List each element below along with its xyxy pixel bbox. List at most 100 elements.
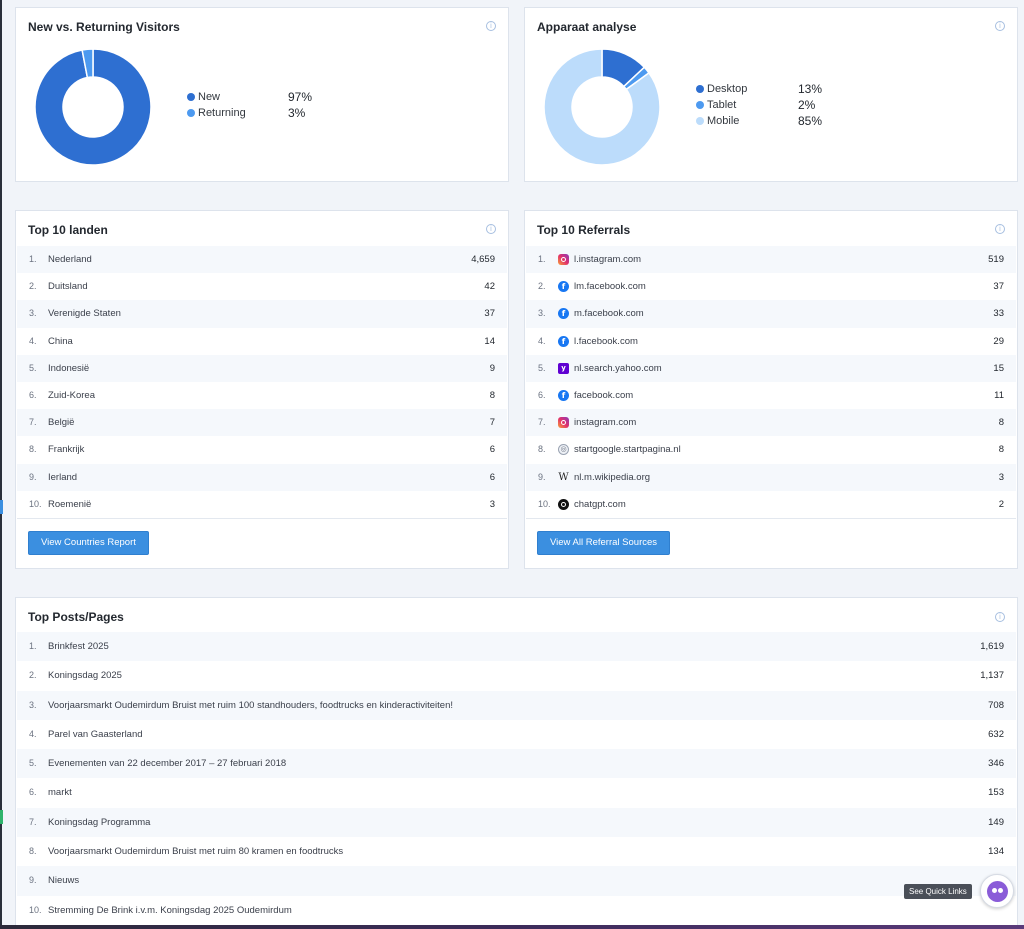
row-value: 8: [489, 389, 495, 401]
row-label[interactable]: Brinkfest 2025: [48, 632, 109, 661]
row-rank: 10.: [29, 498, 42, 509]
row-rank: 1.: [29, 641, 37, 651]
mascot-eye: [998, 888, 1003, 893]
top-countries-card: Top 10 landen i 1. Nederland 4,659 2. Duitsl…: [15, 210, 509, 569]
legend-dot: [696, 117, 704, 125]
table-row: 3. Voorjaarsmarkt Oudemirdum Bruist met r…: [17, 690, 1016, 720]
info-icon[interactable]: i: [995, 612, 1005, 622]
legend-item-desktop: Desktop 13%: [696, 81, 856, 97]
row-label[interactable]: Nieuws: [48, 866, 79, 895]
legend-label: Desktop: [707, 83, 748, 95]
row-label[interactable]: instagram.com: [574, 409, 636, 436]
row-label: China: [48, 335, 73, 347]
row-value: 37: [484, 308, 495, 320]
table-row: 6. f facebook.com 11: [526, 382, 1016, 409]
row-rank: 2.: [29, 670, 37, 681]
row-rank: 10.: [29, 904, 42, 915]
quick-links-button[interactable]: [980, 874, 1014, 908]
row-rank: 9.: [29, 471, 37, 482]
card-title: New vs. Returning Visitors: [28, 20, 180, 34]
legend-label: New: [198, 91, 221, 103]
row-value: 9: [489, 362, 495, 374]
row-label[interactable]: Parel van Gaasterland: [48, 720, 143, 749]
row-label[interactable]: l.instagram.com: [574, 246, 641, 273]
table-row: 10. Stremming De Brink i.v.m. Koningsdag …: [17, 896, 1016, 925]
row-value: 153: [988, 787, 1004, 799]
row-label[interactable]: chatgpt.com: [574, 491, 626, 518]
row-rank: 8.: [29, 444, 37, 455]
row-label[interactable]: facebook.com: [574, 382, 633, 409]
row-label: Frankrijk: [48, 444, 85, 456]
row-label[interactable]: Koningsdag 2025: [48, 661, 122, 690]
instagram-icon: [558, 417, 569, 429]
table-row: 2. f lm.facebook.com 37: [526, 273, 1016, 300]
row-label[interactable]: Voorjaarsmarkt Oudemirdum Bruist met rui…: [48, 691, 453, 720]
info-icon[interactable]: i: [486, 21, 496, 31]
info-icon[interactable]: i: [486, 224, 496, 234]
row-value: 149: [988, 816, 1004, 828]
info-icon[interactable]: i: [995, 224, 1005, 234]
row-label[interactable]: m.facebook.com: [574, 300, 644, 327]
devices-legend: Desktop 13% Tablet 2% Mobile 85%: [696, 81, 856, 129]
row-rank: 2.: [538, 281, 546, 292]
row-value: 6: [489, 444, 495, 456]
new-vs-returning-card: New vs. Returning Visitors i New 97% Ret…: [15, 7, 509, 182]
table-row: 10. chatgpt.com 2: [526, 491, 1016, 518]
table-row: 5. Indonesië 9: [17, 354, 507, 382]
device-analysis-card: Apparaat analyse i Desktop 13% Tablet 2%…: [524, 7, 1018, 182]
row-label[interactable]: Stremming De Brink i.v.m. Koningsdag 202…: [48, 896, 292, 925]
card-title: Top 10 Referrals: [537, 223, 631, 237]
table-row: 9. Wnl.m.wikipedia.org 3: [526, 463, 1016, 491]
row-label: Nederland: [48, 254, 92, 265]
row-value: 1,137: [980, 670, 1004, 682]
table-row: 8. Voorjaarsmarkt Oudemirdum Bruist met r…: [17, 837, 1016, 866]
row-label[interactable]: Koningsdag Programma: [48, 808, 150, 837]
row-value: 346: [988, 758, 1004, 770]
row-label[interactable]: markt: [48, 778, 72, 807]
row-value: 33: [993, 308, 1004, 320]
legend-dot: [187, 93, 195, 101]
row-label[interactable]: Evenementen van 22 december 2017 – 27 fe…: [48, 749, 286, 778]
table-row: 7. Koningsdag Programma 149: [17, 807, 1016, 838]
row-label[interactable]: Voorjaarsmarkt Oudemirdum Bruist met rui…: [48, 837, 343, 866]
view-countries-report-button[interactable]: View Countries Report: [28, 531, 149, 555]
row-label[interactable]: lm.facebook.com: [574, 273, 646, 300]
row-rank: 6.: [538, 389, 546, 400]
left-edge: [0, 0, 2, 929]
table-row: 6. markt 153: [17, 778, 1016, 807]
row-rank: 4.: [538, 335, 546, 346]
row-rank: 3.: [29, 308, 37, 319]
legend-dot: [696, 101, 704, 109]
row-value: 29: [993, 335, 1004, 347]
table-row: 2. Duitsland 42: [17, 273, 507, 300]
row-rank: 8.: [538, 444, 546, 455]
row-label: Ierland: [48, 471, 78, 483]
card-title: Top Posts/Pages: [28, 610, 124, 624]
facebook-icon: f: [558, 281, 569, 293]
table-row: 9. Ierland 6: [17, 463, 507, 491]
row-rank: 2.: [29, 281, 37, 292]
row-value: 42: [484, 281, 495, 293]
card-title: Top 10 landen: [28, 223, 108, 237]
row-label[interactable]: nl.m.wikipedia.org: [574, 464, 650, 491]
row-rank: 6.: [29, 389, 37, 400]
table-row: 4. Parel van Gaasterland 632: [17, 720, 1016, 749]
row-value: 15: [993, 362, 1004, 374]
row-label[interactable]: nl.search.yahoo.com: [574, 355, 662, 382]
row-rank: 1.: [538, 254, 546, 264]
row-value: 3: [489, 498, 495, 510]
bottom-bar: [0, 925, 1024, 929]
quick-links-tooltip: See Quick Links: [904, 884, 972, 899]
table-row: 10. Roemenië 3: [17, 491, 507, 518]
row-label[interactable]: startgoogle.startpagina.nl: [574, 436, 681, 463]
view-all-referral-sources-button[interactable]: View All Referral Sources: [537, 531, 671, 555]
row-rank: 3.: [538, 308, 546, 319]
row-label[interactable]: l.facebook.com: [574, 328, 638, 355]
row-label: Indonesië: [48, 362, 90, 374]
row-rank: 4.: [29, 728, 37, 739]
row-rank: 6.: [29, 787, 37, 798]
row-value: 11: [994, 389, 1004, 401]
table-row: 1. Nederland 4,659: [17, 246, 507, 274]
row-rank: 9.: [538, 471, 546, 482]
info-icon[interactable]: i: [995, 21, 1005, 31]
